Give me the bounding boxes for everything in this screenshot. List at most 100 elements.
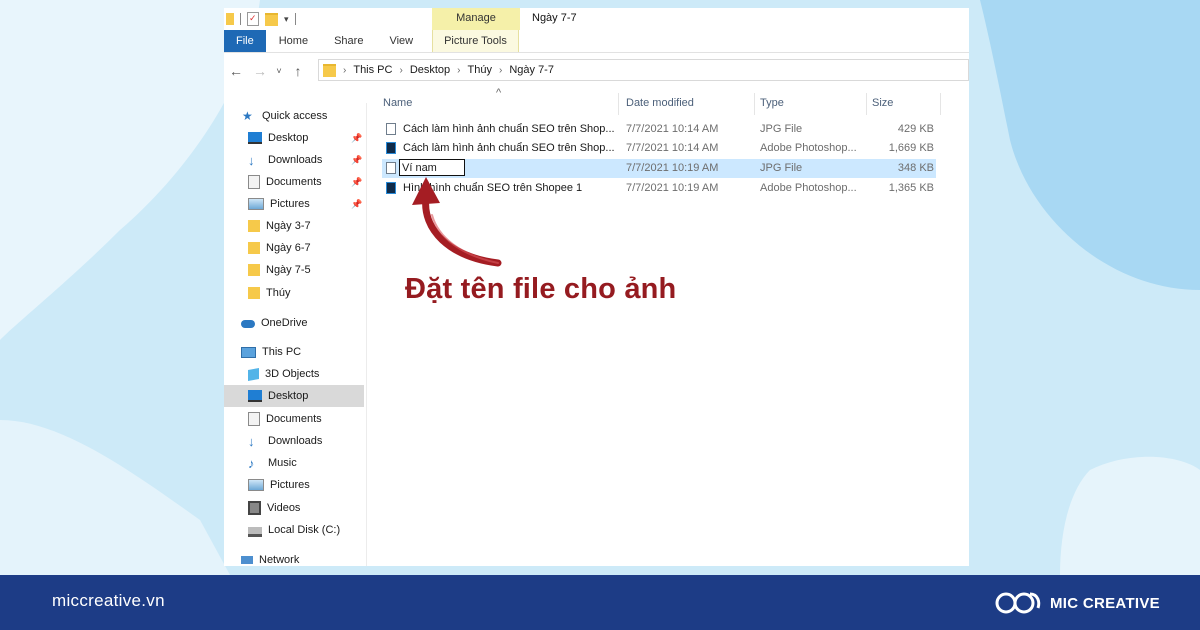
file-size: 1,669 KB bbox=[888, 142, 934, 154]
file-size: 1,365 KB bbox=[888, 182, 934, 194]
manage-context-tab[interactable]: Manage bbox=[432, 8, 520, 30]
nav-label: Documents bbox=[266, 176, 322, 188]
chevron-right-icon[interactable]: › bbox=[399, 65, 402, 76]
breadcrumb-desktop[interactable]: Desktop bbox=[410, 64, 450, 76]
chevron-right-icon[interactable]: › bbox=[499, 65, 502, 76]
toolbar-divider bbox=[240, 13, 241, 25]
pictures-icon bbox=[248, 198, 264, 210]
nav-label: Ngày 6-7 bbox=[266, 242, 311, 254]
ribbon-tabs: File Home Share View Picture Tools bbox=[224, 30, 969, 53]
nav-pc-downloads[interactable]: ↓ Downloads bbox=[248, 430, 388, 452]
file-type: JPG File bbox=[760, 162, 803, 174]
nav-quick-pictures[interactable]: Pictures 📌 bbox=[248, 193, 388, 215]
hard-drive-icon bbox=[248, 527, 262, 537]
folder-icon[interactable] bbox=[226, 13, 234, 25]
file-type: Adobe Photoshop... bbox=[760, 182, 857, 194]
nav-quick-ngay-6-7[interactable]: Ngày 6-7 bbox=[248, 237, 388, 259]
forward-arrow-icon[interactable]: → bbox=[248, 63, 272, 79]
nav-onedrive[interactable]: OneDrive bbox=[241, 312, 381, 334]
desktop-icon bbox=[248, 132, 262, 144]
file-row[interactable]: Cách làm hình ảnh chuẩn SEO trên Shop...… bbox=[382, 120, 936, 139]
column-name[interactable]: Name bbox=[383, 97, 412, 109]
nav-quick-ngay-3-7[interactable]: Ngày 3-7 bbox=[248, 215, 388, 237]
breadcrumb-this-pc[interactable]: This PC bbox=[353, 64, 392, 76]
nav-label: Pictures bbox=[270, 198, 310, 210]
quick-access-toolbar: ✓ ▾ bbox=[224, 8, 431, 30]
footer-bar: miccreative.vn MIC CREATIVE bbox=[0, 575, 1200, 630]
up-arrow-icon[interactable]: ↑ bbox=[286, 63, 310, 79]
rename-input[interactable]: Ví nam bbox=[399, 159, 465, 176]
new-folder-icon[interactable] bbox=[265, 12, 278, 26]
nav-label: Quick access bbox=[262, 110, 328, 122]
nav-pc-desktop[interactable]: Desktop bbox=[224, 385, 364, 407]
back-arrow-icon[interactable]: ← bbox=[224, 63, 248, 79]
folder-icon bbox=[248, 287, 260, 299]
pin-icon[interactable]: 📌 bbox=[351, 177, 362, 188]
film-icon bbox=[248, 501, 261, 515]
jpg-file-icon bbox=[386, 123, 396, 135]
column-size[interactable]: Size bbox=[872, 97, 893, 109]
pin-icon[interactable]: 📌 bbox=[351, 155, 362, 166]
tab-home[interactable]: Home bbox=[266, 30, 321, 52]
nav-pc-videos[interactable]: Videos bbox=[248, 497, 388, 519]
chevron-right-icon[interactable]: › bbox=[457, 65, 460, 76]
file-row[interactable]: Cách làm hình ảnh chuẩn SEO trên Shop...… bbox=[382, 139, 936, 158]
nav-label: OneDrive bbox=[261, 317, 308, 329]
nav-quick-access[interactable]: ★ Quick access bbox=[242, 105, 382, 127]
column-date-modified[interactable]: Date modified bbox=[626, 97, 694, 109]
brand-name: MIC CREATIVE bbox=[1050, 594, 1160, 612]
nav-pc-3d-objects[interactable]: 3D Objects bbox=[248, 363, 388, 385]
nav-label: Ngày 7-5 bbox=[266, 264, 311, 276]
nav-label: This PC bbox=[262, 346, 302, 358]
nav-label: Local Disk (C:) bbox=[268, 524, 341, 536]
file-date: 7/7/2021 10:14 AM bbox=[626, 123, 719, 135]
nav-pc-documents[interactable]: Documents bbox=[248, 408, 388, 430]
folder-icon bbox=[248, 264, 260, 276]
nav-quick-downloads[interactable]: ↓ Downloads 📌 bbox=[248, 149, 388, 171]
chevron-right-icon[interactable]: › bbox=[343, 65, 346, 76]
download-arrow-icon: ↓ bbox=[248, 433, 255, 449]
nav-pc-local-disk[interactable]: Local Disk (C:) bbox=[248, 519, 388, 541]
pin-icon[interactable]: 📌 bbox=[351, 199, 362, 210]
3d-objects-icon bbox=[248, 367, 259, 381]
breadcrumb-thuy[interactable]: Thúy bbox=[468, 64, 492, 76]
column-type[interactable]: Type bbox=[760, 97, 784, 109]
column-divider[interactable] bbox=[866, 93, 867, 115]
nav-network[interactable]: Network bbox=[241, 549, 381, 566]
pin-icon[interactable]: 📌 bbox=[351, 133, 362, 144]
nav-quick-documents[interactable]: Documents 📌 bbox=[248, 171, 388, 193]
nav-label: Videos bbox=[267, 502, 301, 514]
star-icon: ★ bbox=[242, 108, 253, 123]
nav-label: Downloads bbox=[268, 154, 323, 166]
nav-quick-desktop[interactable]: Desktop 📌 bbox=[248, 127, 388, 149]
mic-creative-logo-icon bbox=[995, 592, 1041, 614]
properties-icon[interactable]: ✓ bbox=[247, 12, 259, 26]
address-bar[interactable]: › This PC › Desktop › Thúy › Ngày 7-7 bbox=[318, 59, 969, 81]
nav-label: Desktop bbox=[268, 390, 309, 402]
cloud-icon bbox=[241, 320, 255, 328]
recent-locations-icon[interactable]: ˅ bbox=[272, 66, 286, 76]
customize-toolbar-icon[interactable]: ▾ bbox=[284, 14, 289, 25]
tab-share[interactable]: Share bbox=[321, 30, 376, 52]
photoshop-file-icon bbox=[386, 142, 396, 154]
file-size: 429 KB bbox=[897, 123, 934, 135]
nav-quick-thuy[interactable]: Thúy bbox=[248, 282, 388, 304]
nav-label: Documents bbox=[266, 413, 322, 425]
tab-view[interactable]: View bbox=[376, 30, 426, 52]
window-title: Ngày 7-7 bbox=[532, 12, 577, 24]
tab-file[interactable]: File bbox=[224, 30, 266, 52]
nav-pc-pictures[interactable]: Pictures bbox=[248, 474, 388, 496]
column-divider[interactable] bbox=[754, 93, 755, 115]
documents-icon bbox=[248, 175, 260, 189]
column-divider[interactable] bbox=[940, 93, 941, 115]
tab-picture-tools[interactable]: Picture Tools bbox=[432, 30, 519, 52]
breadcrumb-ngay-7-7[interactable]: Ngày 7-7 bbox=[509, 64, 554, 76]
footer-website[interactable]: miccreative.vn bbox=[52, 591, 165, 611]
nav-pc-music[interactable]: ♪ Music bbox=[248, 452, 388, 474]
nav-quick-ngay-7-5[interactable]: Ngày 7-5 bbox=[248, 259, 388, 281]
navigation-pane: ★ Quick access Desktop 📌 ↓ Downloads 📌 D… bbox=[224, 103, 367, 566]
file-name: Cách làm hình ảnh chuẩn SEO trên Shop... bbox=[403, 123, 615, 135]
annotation-caption: Đặt tên file cho ảnh bbox=[405, 273, 677, 305]
column-divider[interactable] bbox=[618, 93, 619, 115]
nav-this-pc[interactable]: This PC bbox=[241, 341, 381, 363]
